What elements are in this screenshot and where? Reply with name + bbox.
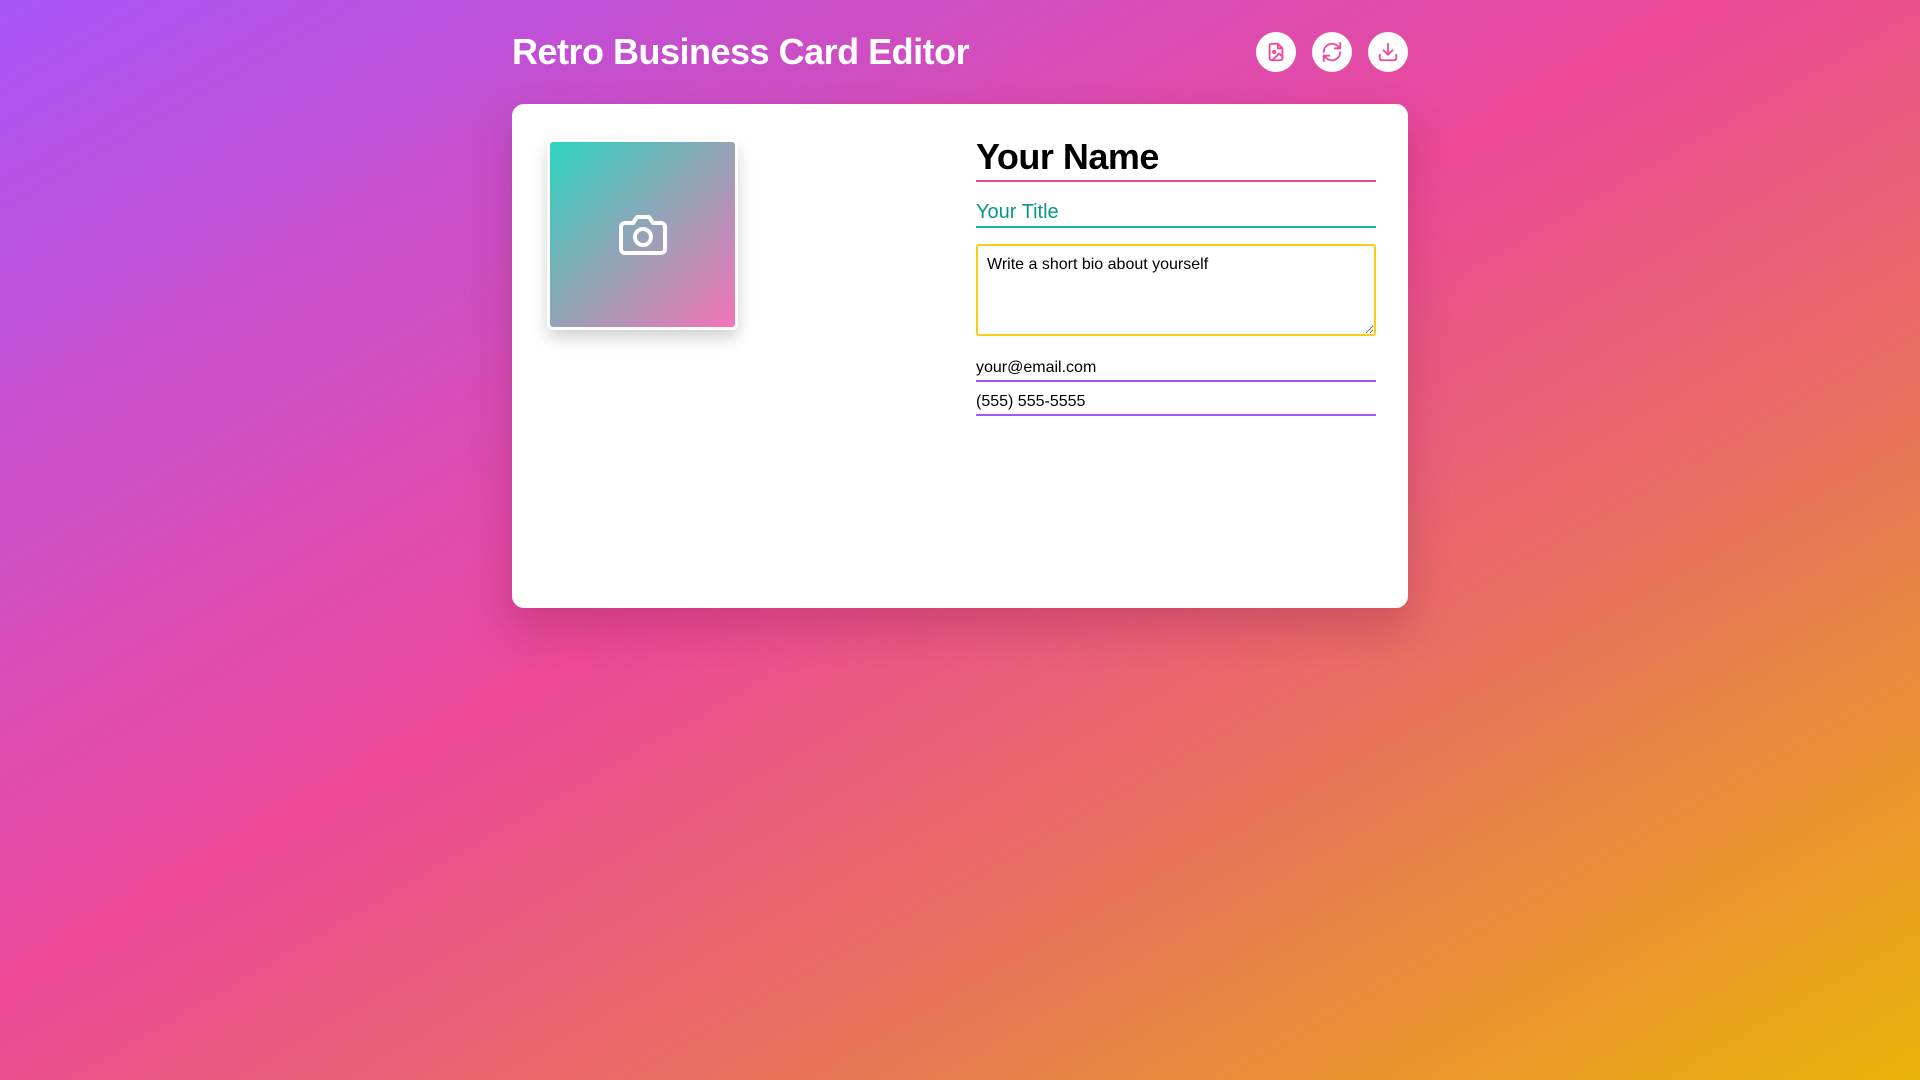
title-input[interactable] (976, 198, 1376, 228)
bio-textarea[interactable] (976, 244, 1376, 336)
download-button[interactable] (1368, 32, 1408, 72)
phone-input[interactable] (976, 390, 1376, 416)
download-icon (1378, 42, 1398, 62)
business-card (512, 104, 1408, 608)
camera-icon (618, 214, 667, 255)
app-title: Retro Business Card Editor (512, 31, 970, 72)
name-input[interactable] (976, 134, 1376, 182)
reset-button[interactable] (1312, 32, 1352, 72)
app-header: Retro Business Card Editor (512, 30, 1408, 74)
file-image-icon (1268, 42, 1284, 62)
photo-upload[interactable] (547, 139, 738, 330)
email-input[interactable] (976, 356, 1376, 382)
refresh-icon (1322, 41, 1342, 63)
toolbar (1256, 32, 1408, 72)
card-fields (976, 134, 1376, 416)
export-image-button[interactable] (1256, 32, 1296, 72)
